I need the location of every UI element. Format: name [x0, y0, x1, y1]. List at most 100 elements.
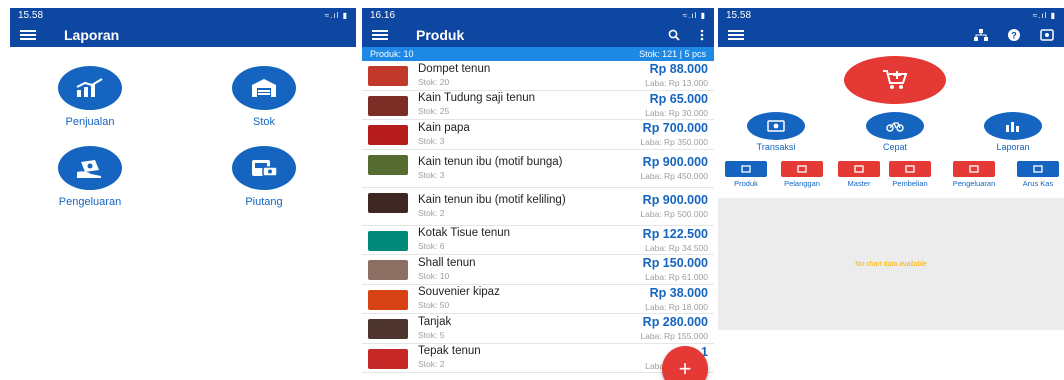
shortcut-icon — [1017, 161, 1059, 177]
status-bar: 15.58 ≈.ıl ▮ — [10, 8, 356, 22]
shortcut-label: Master — [847, 179, 871, 188]
quick-action-cepat[interactable]: Cepat — [850, 112, 940, 152]
more-vert-icon[interactable] — [700, 29, 704, 41]
shortcut-master[interactable]: Master — [831, 161, 887, 188]
status-icons: ≈.ıl ▮ — [682, 10, 706, 20]
laporan-screen: 15.58 ≈.ıl ▮ Laporan Penjualan Stok Peng… — [10, 8, 356, 380]
app-bar: Produk — [362, 22, 714, 47]
shortcut-icon — [953, 161, 995, 177]
product-list: Dompet tenun Stok: 20 Rp 88.000 Laba: Rp 13… — [362, 61, 714, 373]
product-thumbnail — [368, 348, 408, 369]
dashboard-screen: 15.58 ≈.ıl ▮ ? Transaksi Cepat Laporan P… — [718, 8, 1064, 380]
product-stock: Stok: 25 — [418, 106, 450, 117]
quick-action-laporan[interactable]: Laporan — [968, 112, 1058, 152]
product-profit: Laba: Rp 18.000 — [645, 301, 708, 312]
chart-empty-message: No chart data available — [855, 260, 927, 268]
product-price: Rp 280.000 — [642, 315, 708, 330]
tile-penjualan[interactable]: Penjualan — [30, 66, 150, 128]
status-time: 15.58 — [726, 9, 752, 21]
product-profit: Laba: Rp 61.000 — [645, 272, 708, 283]
product-name: Shall tenun — [418, 256, 476, 269]
product-name: Kain Tudung saji tenun — [418, 92, 536, 105]
tile-pengeluaran[interactable]: Pengeluaran — [30, 146, 150, 208]
product-thumbnail — [368, 319, 408, 339]
bike-icon — [866, 112, 924, 140]
stock-summary: Stok: 121 | 5 pcs — [639, 49, 706, 59]
shortcut-pembelian[interactable]: Pembelian — [882, 161, 938, 188]
product-name: Souvenier kipaz — [418, 286, 500, 299]
product-thumbnail — [368, 154, 408, 175]
help-icon[interactable]: ? — [1008, 28, 1020, 41]
tile-label: Stok — [252, 116, 275, 128]
shortcut-arus-kas[interactable]: Arus Kas — [1010, 161, 1064, 188]
product-profit: Laba: Rp 450.000 — [640, 171, 708, 181]
money-icon — [747, 112, 805, 140]
product-profit: Laba: Rp 13.000 — [645, 78, 708, 89]
chart-area: No chart data available — [718, 198, 1064, 330]
shortcut-pelanggan[interactable]: Pelanggan — [774, 161, 830, 188]
status-time: 15.58 — [18, 9, 44, 21]
shortcut-produk[interactable]: Produk — [718, 161, 774, 188]
product-thumbnail — [368, 66, 408, 86]
product-row[interactable]: Kain papa Stok: 3 Rp 700.000 Laba: Rp 350.0… — [362, 120, 714, 150]
product-profit: Laba: Rp 155.000 — [640, 331, 708, 342]
product-stock: Stok: 3 — [418, 135, 445, 146]
product-price: Rp 700.000 — [642, 121, 708, 136]
shortcut-label: Pembelian — [892, 179, 928, 188]
status-bar: 16.16 ≈.ıl ▮ — [362, 8, 714, 22]
product-stock: Stok: 2 — [418, 207, 445, 218]
product-thumbnail — [368, 230, 408, 251]
tile-stok[interactable]: Stok — [204, 66, 324, 128]
product-price: Rp 88.000 — [649, 62, 708, 77]
product-count: Produk: 10 — [370, 49, 414, 59]
network-icon[interactable] — [974, 28, 988, 41]
bar-chart-icon — [984, 112, 1042, 140]
svg-text:?: ? — [1011, 30, 1017, 40]
product-row[interactable]: Dompet tenun Stok: 20 Rp 88.000 Laba: Rp 13… — [362, 61, 714, 91]
status-icons: ≈.ıl ▮ — [324, 10, 348, 20]
page-title: Laporan — [64, 26, 120, 43]
product-stock: Stok: 2 — [418, 359, 445, 370]
product-row[interactable]: Kain Tudung saji tenun Stok: 25 Rp 65.000 L… — [362, 91, 714, 120]
status-icons: ≈.ıl ▮ — [1032, 10, 1056, 20]
product-thumbnail — [368, 192, 408, 213]
menu-icon[interactable] — [728, 29, 744, 40]
product-price: Rp 122.500 — [642, 226, 708, 241]
tile-label: Pengeluaran — [58, 196, 122, 208]
tile-label: Piutang — [245, 196, 283, 208]
product-row[interactable]: Kain tenun ibu (motif keliling) Stok: 2 Rp… — [362, 188, 714, 226]
product-stock: Stok: 10 — [418, 270, 450, 281]
tile-label: Penjualan — [65, 116, 115, 128]
add-to-cart-button[interactable] — [844, 56, 946, 104]
shortcut-pengeluaran[interactable]: Pengeluaran — [946, 161, 1002, 188]
product-stock: Stok: 6 — [418, 241, 445, 252]
chart-up-icon — [58, 66, 122, 110]
shortcut-icon — [725, 161, 767, 177]
quick-action-label: Transaksi — [756, 142, 796, 152]
product-stock: Stok: 50 — [418, 300, 450, 311]
search-icon[interactable] — [668, 29, 680, 41]
shortcut-label: Pengeluaran — [952, 179, 996, 188]
product-stock: Stok: 5 — [418, 329, 445, 340]
tile-piutang[interactable]: Piutang — [204, 146, 324, 208]
product-row[interactable]: Shall tenun Stok: 10 Rp 150.000 Laba: Rp 61… — [362, 255, 714, 285]
shortcut-label: Produk — [734, 179, 758, 188]
product-row[interactable]: Kain tenun ibu (motif bunga) Stok: 3 Rp 90… — [362, 150, 714, 188]
menu-icon[interactable] — [372, 29, 388, 40]
product-row[interactable]: Kotak Tisue tenun Stok: 6 Rp 122.500 Laba: … — [362, 226, 714, 255]
screen-icon[interactable] — [1040, 28, 1054, 41]
product-profit: Laba: Rp 34.500 — [645, 242, 708, 253]
payment-card-icon — [232, 146, 296, 190]
app-bar: Laporan — [10, 22, 356, 47]
product-row[interactable]: Souvenier kipaz Stok: 50 Rp 38.000 Laba: Rp… — [362, 285, 714, 314]
product-thumbnail — [368, 289, 408, 310]
product-price: Rp 65.000 — [649, 91, 708, 106]
quick-action-transaksi[interactable]: Transaksi — [731, 112, 821, 152]
shortcut-label: Pelanggan — [784, 179, 820, 188]
status-bar: 15.58 ≈.ıl ▮ — [718, 8, 1064, 22]
product-row[interactable]: Tanjak Stok: 5 Rp 280.000 Laba: Rp 155.000 — [362, 314, 714, 344]
app-bar: ? — [718, 22, 1064, 47]
shortcut-icon — [781, 161, 823, 177]
menu-icon[interactable] — [20, 29, 36, 40]
product-stock: Stok: 20 — [418, 76, 450, 87]
